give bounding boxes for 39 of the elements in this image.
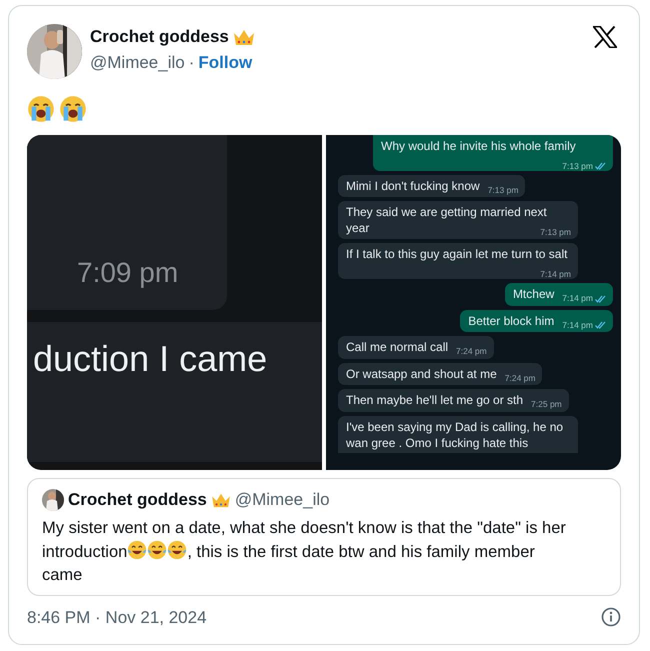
follow-link[interactable]: Follow xyxy=(198,50,252,75)
author-handle: @Mimee_ilo xyxy=(90,52,185,74)
tweet-text: My sister went on a date, what she doesn't know is that the "date" is her introduction , this is the first date btw and his family member came xyxy=(42,518,567,586)
message-time: 7:13 pm xyxy=(488,184,518,196)
crying-face-icon xyxy=(27,95,55,123)
message-bubble: Why would he invite his whole family 7:13 pm xyxy=(373,135,613,171)
separator-dot: · xyxy=(188,52,194,74)
message-bubble: Call me normal call 7:24 pm xyxy=(338,336,494,359)
message-bubble: They said we are getting married next year 7:13 pm xyxy=(338,201,578,240)
quoted-tweet[interactable]: Crochet goddess @Mimee_ilo My sister went on a date, what she doesn't know is that the "date" is her introduction , this is the first date btw and his family member came xyxy=(27,478,621,596)
message-time: 7:25 pm xyxy=(531,399,562,410)
message-bubble: Mtchew 7:14 pm xyxy=(504,283,613,306)
author-handle: @Mimee_ilo xyxy=(234,489,330,511)
message-time: 7:14 pm xyxy=(562,320,593,331)
timestamp: 8:46 PM · Nov 21, 2024 xyxy=(27,606,207,628)
author-name: Crochet goddess xyxy=(90,26,229,48)
crown-icon xyxy=(210,492,231,508)
info-icon[interactable] xyxy=(601,607,621,628)
message-time: 7:09 pm xyxy=(77,256,178,290)
message-time: 7:14 pm xyxy=(562,293,593,304)
message-bubble: Better block him 7:14 pm xyxy=(460,310,613,332)
message-text: duction I came xyxy=(33,338,268,379)
laughing-face-icon xyxy=(127,540,148,560)
laughing-face-icon xyxy=(167,540,188,560)
laughing-face-icon xyxy=(147,540,168,560)
message-bubble: Mimi I don't fucking know 7:13 pm xyxy=(338,174,526,198)
crying-face-icon xyxy=(59,95,87,123)
message-time: 7:13 pm xyxy=(540,226,571,238)
message-bubble: Then maybe he'll let me go or sth 7:25 pm xyxy=(338,389,569,412)
x-logo-icon[interactable] xyxy=(593,26,617,48)
author-name: Crochet goddess xyxy=(68,489,207,511)
message-time: 7:13 pm xyxy=(562,160,593,172)
message-time: 7:24 pm xyxy=(456,346,487,358)
crown-icon xyxy=(232,28,255,46)
message-bubble: Or watsapp and shout at me 7:24 pm xyxy=(338,362,542,386)
message-bubble: I've been saying my Dad is calling, he no wan gree . Omo I fucking hate this xyxy=(338,416,578,454)
message-time: 7:14 pm xyxy=(540,269,571,280)
message-time: 7:24 pm xyxy=(504,372,536,384)
message-bubble: If I talk to this guy again let me turn to salt 7:14 pm xyxy=(338,243,578,280)
